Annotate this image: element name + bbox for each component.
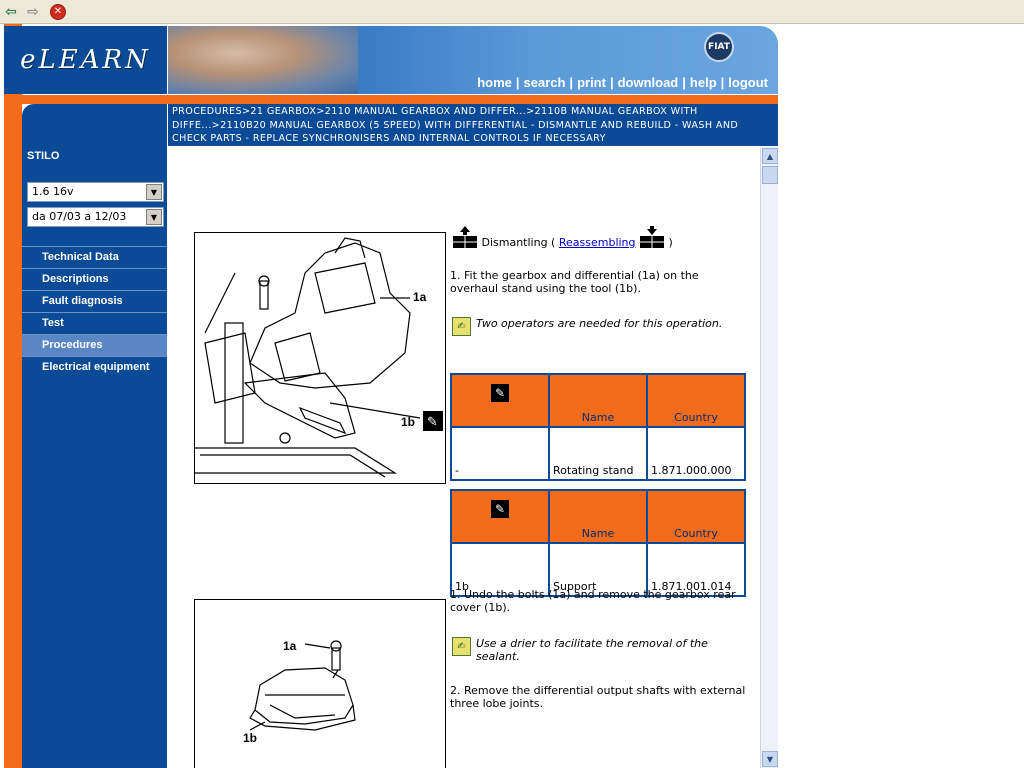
engine-select-value: 1.6 16v [32, 185, 74, 198]
sidebar: STILO 1.6 16v ▼ da 07/03 a 12/03 ▼ Techn… [22, 146, 167, 768]
nav-separator: | [515, 75, 520, 90]
nav-separator: | [609, 75, 614, 90]
figure1-label-1b: 1b [401, 415, 415, 429]
step-undo-bolts: 1. Undo the bolts (1a) and remove the ge… [450, 588, 736, 614]
wrench-icon: ✎ [491, 384, 509, 402]
note-icon: ✍ [452, 637, 471, 656]
header-banner: FIAT home | search | print | download | help | log… [168, 26, 778, 94]
nav-search[interactable]: search [524, 75, 566, 90]
sidebar-item-fault-diagnosis[interactable]: Fault diagnosis [22, 290, 167, 312]
content-scrollbar[interactable]: ▲ ▼ [760, 147, 778, 768]
logo-text: eLEARN [20, 45, 151, 75]
stop-icon[interactable]: ✕ [50, 4, 66, 20]
figure2-label-1a: 1a [283, 639, 297, 653]
scroll-down-icon[interactable]: ▼ [762, 751, 778, 767]
breadcrumb: PROCEDURES>21 GEARBOX>2110 MANUAL GEARBO… [168, 104, 778, 146]
dismantling-header: Dismantling ( Reassembling ) [452, 225, 752, 255]
header-photo [168, 26, 358, 94]
tool-code-cell: 1.871.000.000 [646, 426, 746, 481]
rear-cover-diagram: 1a 1b [194, 599, 446, 768]
nav-separator: | [569, 75, 574, 90]
dismantle-icon [452, 225, 478, 249]
nav-separator: | [682, 75, 686, 90]
sidebar-menu: Technical Data Descriptions Fault diagno… [22, 246, 167, 378]
step-fit-gearbox: 1. Fit the gearbox and differential (1a)… [450, 269, 699, 295]
nav-separator: | [720, 75, 725, 90]
arrow-left-icon[interactable]: ⇦ [3, 4, 19, 20]
wrench-column-header: ✎ [450, 489, 550, 544]
tool-ref-cell: - [450, 426, 550, 481]
drier-note: ✍ Use a drier to facilitate the removal … [452, 637, 752, 663]
note-icon: ✍ [452, 317, 471, 336]
figure1-label-1a: 1a [413, 290, 427, 304]
tool-table: ✎ Name Country 1b Support 1.871.001.014 [450, 489, 746, 597]
gearbox-stand-illustration: 1a 1b ✎ [195, 237, 443, 478]
wrench-column-header: ✎ [450, 373, 550, 428]
scroll-thumb[interactable] [762, 166, 778, 184]
nav-download[interactable]: download [618, 75, 679, 90]
reassemble-icon [639, 225, 665, 249]
operators-note: ✍ Two operators are needed for this oper… [452, 317, 752, 336]
nav-home[interactable]: home [477, 75, 512, 90]
name-column-header: Name [548, 489, 648, 544]
rear-cover-illustration: 1a 1b [243, 639, 356, 745]
chevron-down-icon[interactable]: ▼ [146, 184, 162, 200]
wrench-glyph: ✎ [427, 415, 438, 430]
scroll-up-icon[interactable]: ▲ [762, 148, 778, 164]
date-range-select[interactable]: da 07/03 a 12/03 ▼ [27, 207, 164, 227]
country-column-header: Country [646, 373, 746, 428]
sidebar-item-technical-data[interactable]: Technical Data [22, 246, 167, 268]
tool-table: ✎ Name Country - Rotating stand 1.871.00… [450, 373, 746, 481]
name-column-header: Name [548, 373, 648, 428]
close-paren: ) [668, 236, 673, 249]
model-name: STILO [27, 150, 60, 162]
step-remove-shafts: 2. Remove the differential output shafts… [450, 684, 746, 710]
nav-help[interactable]: help [690, 75, 717, 90]
figure2-label-1b: 1b [243, 731, 257, 745]
procedure-content: 1a 1b ✎ Dismantling ( Reassembling ) 1. … [168, 147, 760, 768]
nav-print[interactable]: print [577, 75, 606, 90]
nav-logout[interactable]: logout [728, 75, 768, 90]
elearn-frame: eLEARN FIAT home | search | print | download | h… [0, 24, 780, 768]
note-text: Two operators are needed for this operat… [476, 317, 723, 330]
country-column-header: Country [646, 489, 746, 544]
sidebar-item-electrical-equipment[interactable]: Electrical equipment [22, 356, 167, 378]
elearn-logo[interactable]: eLEARN [4, 26, 167, 94]
gearbox-stand-diagram: 1a 1b ✎ [194, 232, 446, 484]
left-orange-stripe [4, 24, 22, 768]
wrench-icon: ✎ [491, 500, 509, 518]
chevron-down-icon[interactable]: ▼ [146, 209, 162, 225]
browser-toolbar: ⇦ ⇨ ✕ [0, 0, 1024, 24]
note-text: Use a drier to facilitate the removal of… [476, 637, 708, 663]
tool-name-cell: Rotating stand [548, 426, 648, 481]
breadcrumb-corner [22, 104, 167, 146]
top-nav: home | search | print | download | help | logout [477, 75, 768, 90]
dismantling-label: Dismantling ( [481, 236, 556, 249]
sidebar-item-procedures[interactable]: Procedures [22, 334, 167, 356]
date-select-value: da 07/03 a 12/03 [32, 210, 127, 223]
sidebar-item-test[interactable]: Test [22, 312, 167, 334]
brand-badge: FIAT [704, 32, 734, 62]
engine-select[interactable]: 1.6 16v ▼ [27, 182, 164, 202]
sidebar-item-descriptions[interactable]: Descriptions [22, 268, 167, 290]
reassembling-link[interactable]: Reassembling [559, 236, 636, 249]
arrow-right-icon[interactable]: ⇨ [25, 4, 41, 20]
orange-divider [22, 94, 778, 104]
